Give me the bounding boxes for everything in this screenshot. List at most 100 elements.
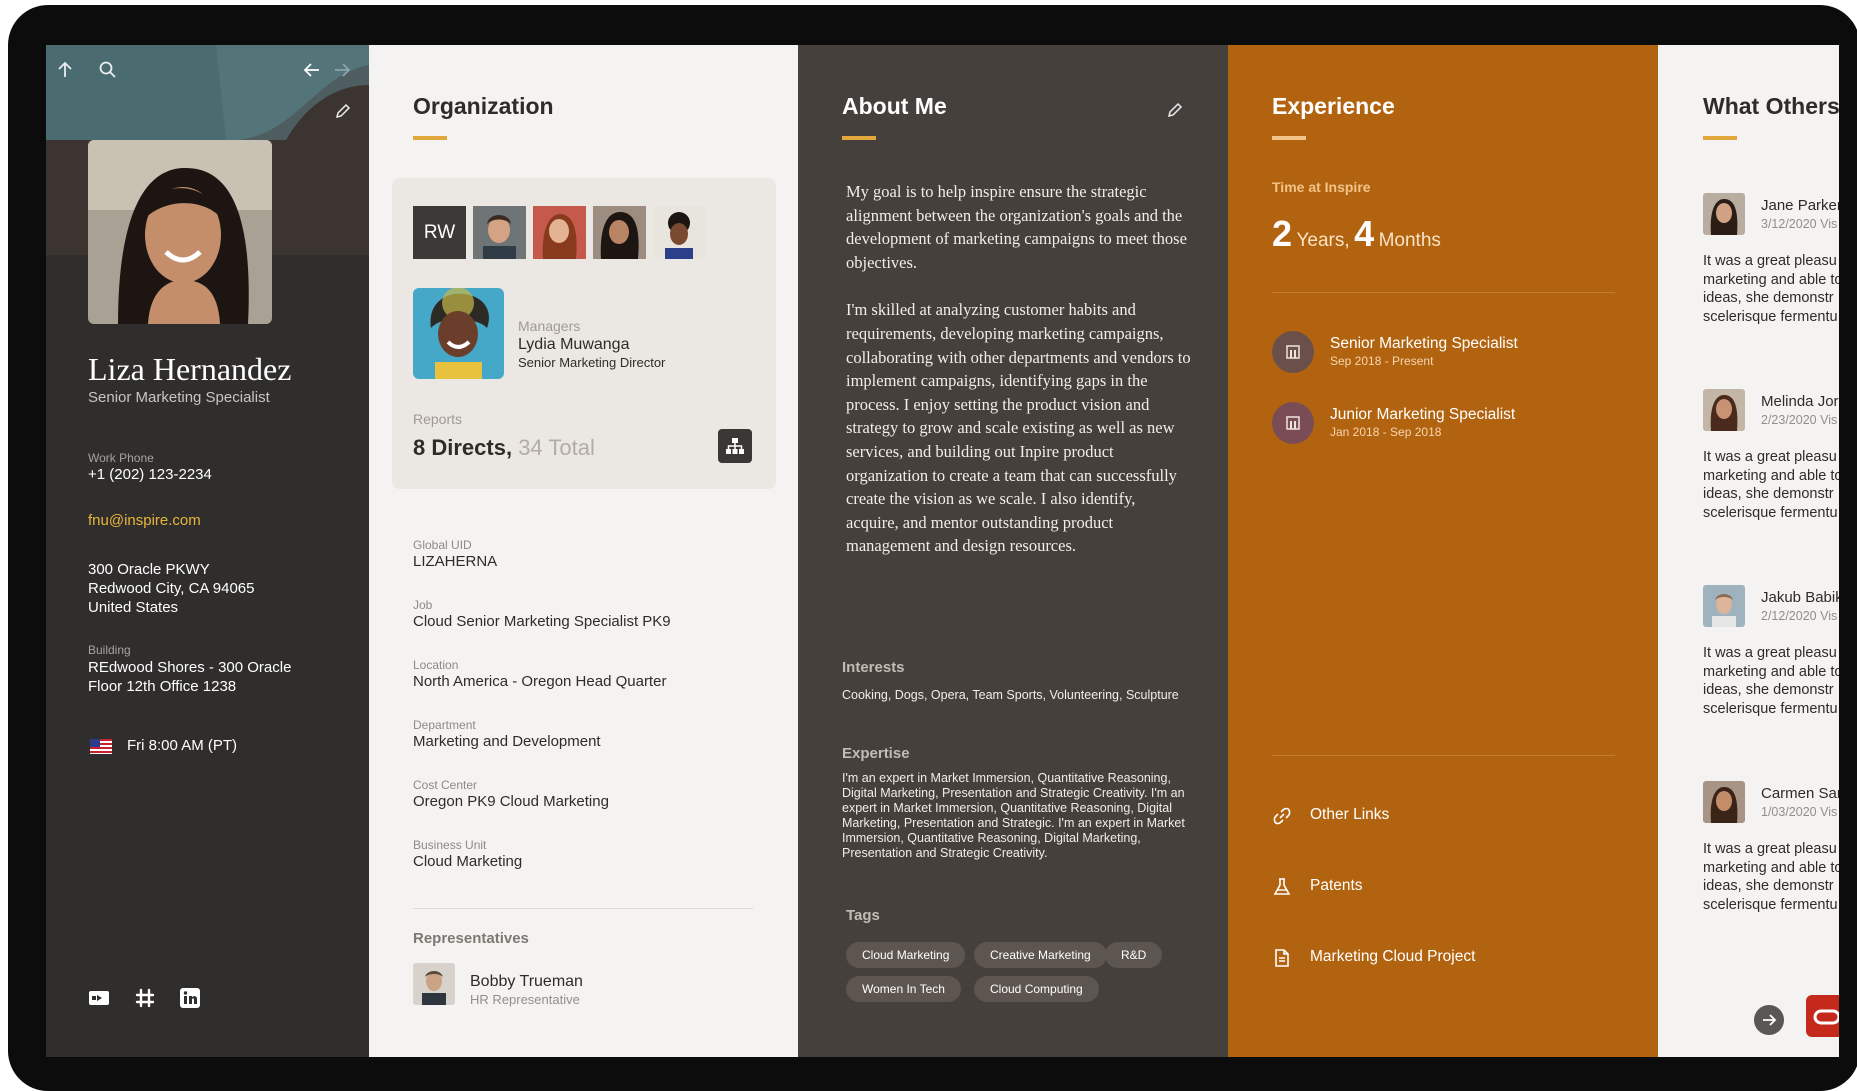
oracle-logo-icon [1813, 1009, 1839, 1025]
team-member-avatar[interactable] [653, 206, 706, 259]
role-title-link[interactable]: Junior Marketing Specialist [1330, 406, 1515, 424]
tag-chip[interactable]: Women In Tech [846, 976, 961, 1002]
organization-title-underline [413, 136, 447, 140]
arrow-up-icon [58, 61, 72, 77]
slack-button[interactable] [134, 987, 156, 1009]
other-links-label: Other Links [1310, 806, 1390, 823]
reviewer-avatar[interactable] [1703, 585, 1745, 627]
local-time: Fri 8:00 AM (PT) [127, 737, 238, 754]
experience-title-underline [1272, 136, 1306, 140]
other-links-link[interactable]: Other Links [1272, 804, 1602, 828]
reviewer-name[interactable]: Jakub Babik [1761, 589, 1839, 606]
role-icon [1272, 331, 1314, 373]
team-member-avatar[interactable]: RW [413, 206, 466, 259]
cost-center-label: Cost Center [413, 778, 478, 792]
arrow-right-icon [1763, 1014, 1777, 1026]
about-paragraph-2: I'm skilled at analyzing customer habits… [846, 300, 1191, 556]
reviewer-name[interactable]: Melinda Jor [1761, 393, 1839, 410]
reviewer-avatar[interactable] [1703, 781, 1745, 823]
review-date: 2/12/2020 Vis [1761, 609, 1838, 623]
building-label: Building [88, 643, 131, 657]
role-dates: Sep 2018 - Present [1330, 354, 1434, 368]
tag-chip[interactable]: R&D [1105, 942, 1163, 968]
address-line-1: 300 Oracle PKWY [88, 561, 210, 578]
representative-name-link[interactable]: Bobby Trueman [470, 973, 583, 991]
reports-directs: 8 Directs, [413, 435, 513, 460]
about-title-underline [842, 136, 876, 140]
review-text: It was a great pleasu the digital market… [1703, 841, 1839, 913]
address-line-3: United States [88, 599, 179, 616]
organization-title: Organization [413, 93, 554, 119]
location-label: Location [413, 658, 459, 672]
slack-icon [135, 988, 155, 1008]
search-icon [99, 61, 116, 78]
job-value: Cloud Senior Marketing Specialist PK9 [413, 613, 671, 630]
app-screen: Liza Hernandez Senior Marketing Speciali… [46, 45, 1839, 1057]
next-page-button[interactable] [1754, 1005, 1784, 1035]
edit-about-button[interactable] [1165, 100, 1185, 124]
tag-chip[interactable]: Cloud Marketing [846, 942, 966, 968]
arrow-left-icon [303, 63, 319, 77]
reports-count: 8 Directs, 34 Total [413, 435, 595, 461]
reviewer-avatar[interactable] [1703, 193, 1745, 235]
marketing-cloud-project-link[interactable]: Marketing Cloud Project [1272, 946, 1602, 970]
profile-title: Senior Marketing Specialist [88, 389, 270, 406]
video-call-button[interactable] [88, 987, 110, 1009]
experience-title: Experience [1272, 93, 1395, 119]
building-line-2: Floor 12th Office 1238 [88, 678, 237, 695]
email-link[interactable]: fnu@inspire.com [88, 512, 201, 529]
building-line-1: REdwood Shores - 300 Oracle [88, 659, 292, 676]
pencil-icon [1167, 102, 1183, 118]
job-label: Job [413, 598, 433, 612]
us-flag-icon [90, 739, 112, 754]
reviewer-name[interactable]: Carmen San [1761, 785, 1839, 802]
interests-text: Cooking, Dogs, Opera, Team Sports, Volun… [842, 688, 1179, 702]
tag-chip[interactable]: Cloud Computing [974, 976, 1099, 1002]
tenure-years: 2 [1272, 213, 1293, 254]
org-chart-button[interactable] [718, 429, 752, 463]
hierarchy-icon [726, 438, 744, 454]
work-phone-link[interactable]: +1 (202) 123-2234 [88, 465, 212, 484]
oracle-assistant-button[interactable] [1806, 995, 1839, 1037]
reports-label: Reports [413, 411, 463, 427]
reports-total: 34 Total [518, 435, 595, 460]
work-phone-label: Work Phone [88, 451, 154, 465]
what-others-title: What Others [1703, 93, 1839, 119]
document-icon [1275, 949, 1289, 967]
manager-avatar[interactable] [413, 288, 504, 379]
role-title-link[interactable]: Senior Marketing Specialist [1330, 335, 1518, 353]
forward-button[interactable] [331, 59, 353, 81]
tag-chip[interactable]: Creative Marketing [974, 942, 1107, 968]
team-member-avatar[interactable] [533, 206, 586, 259]
tenure: 2 Years, 4 Months [1272, 213, 1441, 255]
business-unit-value: Cloud Marketing [413, 853, 523, 870]
patents-label: Patents [1310, 877, 1363, 894]
link-icon [1273, 807, 1291, 825]
global-uid-value: LIZAHERNA [413, 553, 498, 570]
team-member-avatar[interactable] [593, 206, 646, 259]
org-summary-card: RW Managers Lydia Muwanga Senior Marketi… [392, 178, 776, 489]
scroll-up-button[interactable] [54, 59, 76, 81]
manager-name-link[interactable]: Lydia Muwanga [518, 336, 629, 354]
review-text: It was a great pleasu the digital market… [1703, 645, 1839, 717]
review-text: It was a great pleasu the digital market… [1703, 253, 1839, 325]
search-button[interactable] [97, 59, 119, 81]
patents-link[interactable]: Patents [1272, 875, 1602, 899]
department-value: Marketing and Development [413, 733, 601, 750]
tenure-months-unit: Months [1378, 230, 1441, 251]
reviewer-name[interactable]: Jane Parker [1761, 197, 1839, 214]
about-text: My goal is to help inspire ensure the st… [846, 180, 1192, 582]
arrow-right-icon [335, 63, 351, 77]
linkedin-button[interactable] [179, 987, 201, 1009]
experience-divider [1272, 292, 1615, 293]
reviewer-avatar[interactable] [1703, 389, 1745, 431]
about-paragraph-1: My goal is to help inspire ensure the st… [846, 182, 1187, 272]
building-icon [1286, 416, 1300, 430]
edit-profile-button[interactable] [333, 101, 353, 125]
team-member-avatar[interactable] [473, 206, 526, 259]
expertise-heading: Expertise [842, 745, 910, 762]
organization-panel: Organization RW Managers Lydia Muwanga S… [369, 45, 798, 1057]
representative-avatar[interactable] [413, 963, 455, 1005]
back-button[interactable] [301, 59, 323, 81]
pencil-icon [335, 103, 351, 119]
